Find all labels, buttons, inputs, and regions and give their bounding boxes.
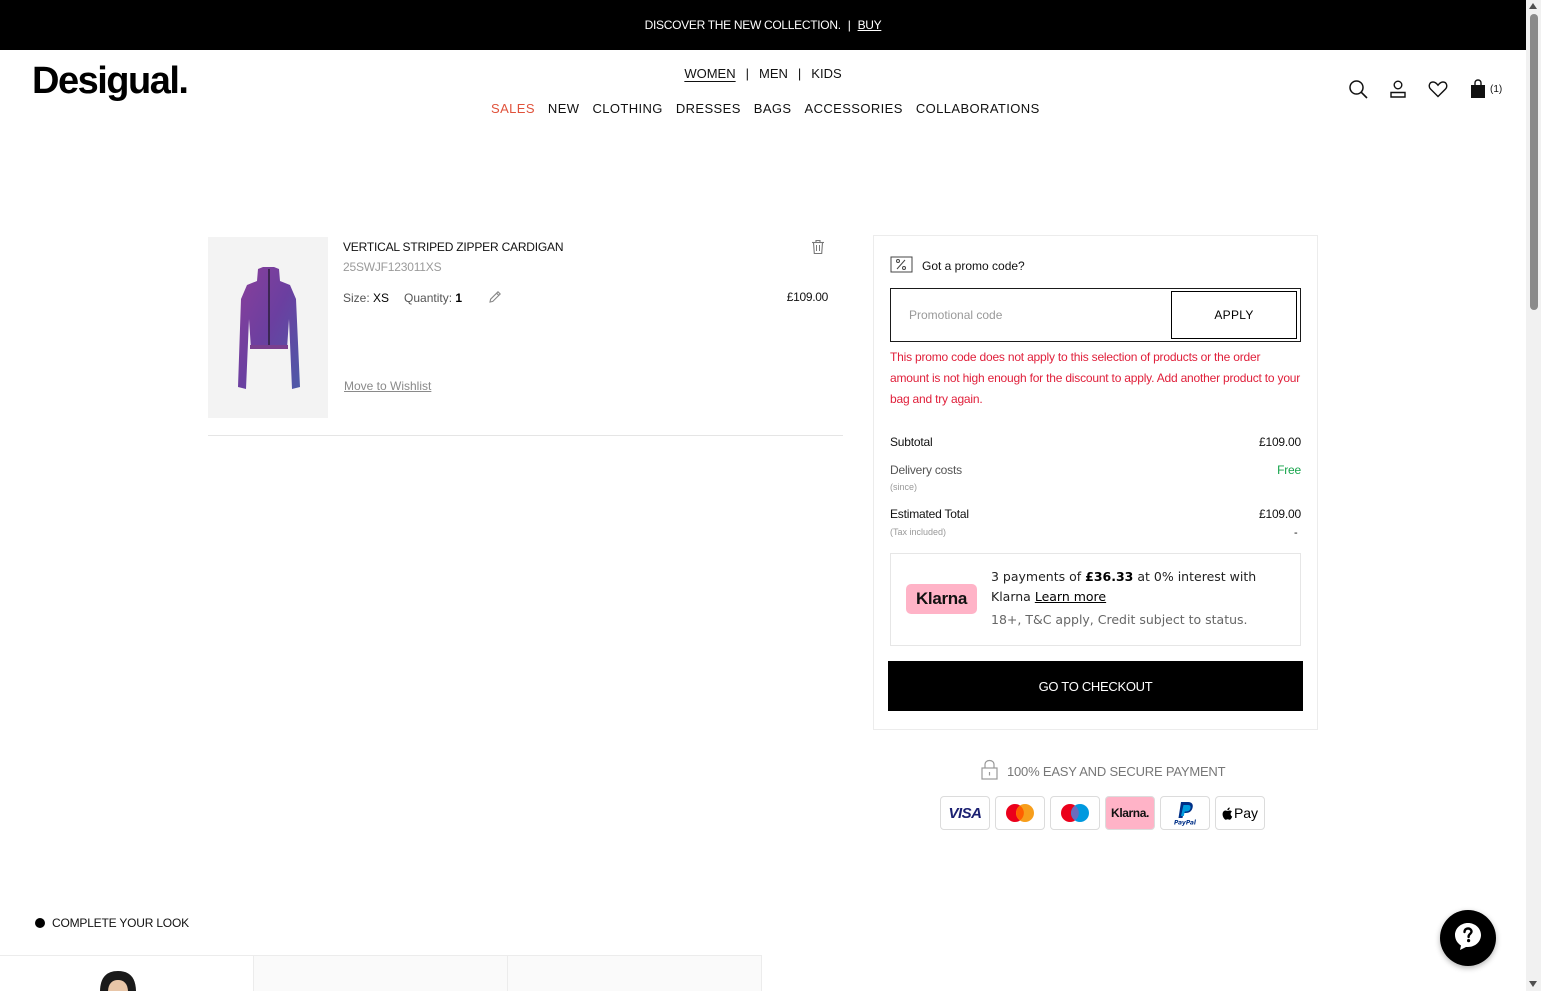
klarna-text-prefix: 3 payments of [991, 569, 1082, 584]
scroll-up-arrow-icon[interactable] [1529, 3, 1537, 9]
look-card[interactable] [0, 955, 254, 991]
secure-payment-note: 100% EASY AND SECURE PAYMENT [980, 759, 1226, 783]
gender-nav-men[interactable]: MEN [759, 66, 788, 81]
page-scrollbar[interactable] [1526, 0, 1541, 991]
bullet-dot [35, 918, 45, 928]
question-mark-icon [1453, 921, 1483, 956]
delivery-value: Free [1277, 463, 1301, 477]
promo-code-title: Got a promo code? [922, 259, 1025, 273]
promo-bar-separator: | [847, 18, 851, 32]
subtotal-label: Subtotal [890, 435, 933, 449]
quantity-info: Quantity: 1 [404, 291, 462, 305]
quantity-label: Quantity: [404, 291, 453, 305]
main-nav-collaborations[interactable]: COLLABORATIONS [916, 101, 1040, 116]
main-nav-clothing[interactable]: CLOTHING [592, 101, 662, 116]
klarna-message: 3 payments of £36.33 at 0% interest with… [991, 567, 1291, 607]
scroll-down-arrow-icon[interactable] [1529, 981, 1537, 987]
klarna-payment-logo: Klarna. [1105, 796, 1155, 830]
delivery-note: (since) [890, 482, 918, 492]
bag-button[interactable]: (1) [1468, 79, 1502, 99]
svg-text:PayPal: PayPal [1174, 820, 1197, 827]
bag-icon [1468, 79, 1488, 99]
move-to-wishlist-link[interactable]: Move to Wishlist [344, 379, 431, 393]
product-image[interactable] [208, 237, 328, 418]
klarna-logo: Klarna [906, 584, 977, 614]
go-to-checkout-button[interactable]: GO TO CHECKOUT [888, 661, 1303, 711]
gender-nav-kids[interactable]: KIDS [811, 66, 841, 81]
size-value: XS [373, 291, 390, 305]
estimated-total-row: Estimated Total £109.00 [890, 507, 1301, 521]
product-name[interactable]: VERTICAL STRIPED ZIPPER CARDIGAN [343, 240, 564, 254]
apple-pay-logo: Pay [1215, 796, 1265, 830]
scrollbar-thumb[interactable] [1530, 14, 1538, 310]
apple-pay-text: Pay [1233, 805, 1259, 821]
search-icon[interactable] [1348, 79, 1368, 99]
klarna-info-box: Klarna 3 payments of £36.33 at 0% intere… [890, 553, 1301, 646]
subtotal-value: £109.00 [1259, 435, 1301, 449]
estimated-total-value: £109.00 [1259, 507, 1301, 521]
secure-payment-label: 100% EASY AND SECURE PAYMENT [1007, 763, 1226, 779]
visa-logo: VISA [940, 796, 990, 830]
klarna-payment-text: Klarna. [1111, 806, 1149, 820]
main-nav-bags[interactable]: BAGS [754, 101, 792, 116]
size-label: Size: [343, 291, 370, 305]
main-nav: SALES NEW CLOTHING DRESSES BAGS ACCESSOR… [491, 101, 1040, 116]
header-icons: (1) [1348, 79, 1502, 99]
main-nav-new[interactable]: NEW [548, 101, 580, 116]
klarna-amount: £36.33 [1085, 569, 1134, 584]
tax-value: - [1294, 527, 1298, 539]
promo-bar-buy-link[interactable]: BUY [858, 18, 882, 32]
bag-count: (1) [1490, 83, 1503, 95]
promo-error-message: This promo code does not apply to this s… [890, 350, 1301, 406]
product-divider [208, 435, 843, 436]
estimated-total-label: Estimated Total [890, 507, 969, 521]
apply-promo-button[interactable]: APPLY [1171, 291, 1297, 339]
complete-look-carousel [0, 955, 762, 991]
delivery-row: Delivery costs Free [890, 463, 1301, 477]
lock-icon [980, 759, 999, 783]
promo-code-input[interactable] [891, 289, 1171, 341]
help-chat-button[interactable] [1440, 910, 1496, 966]
look-card[interactable] [508, 955, 762, 991]
klarna-fine-print: 18+, T&C apply, Credit subject to status… [991, 612, 1248, 627]
main-nav-dresses[interactable]: DRESSES [676, 101, 741, 116]
product-reference: 25SWJF123011XS [343, 260, 442, 274]
visa-text: VISA [948, 804, 982, 822]
quantity-value: 1 [455, 291, 463, 305]
size-info: Size: XS [343, 291, 389, 305]
promo-bar-text: DISCOVER THE NEW COLLECTION. [644, 18, 841, 32]
main-nav-accessories[interactable]: ACCESSORIES [805, 101, 903, 116]
main-nav-sales[interactable]: SALES [491, 101, 535, 116]
delivery-label: Delivery costs [890, 463, 962, 477]
promo-bar: DISCOVER THE NEW COLLECTION. | BUY [0, 0, 1526, 50]
gender-nav-separator: | [797, 66, 802, 81]
tax-note: (Tax included) [890, 527, 947, 537]
trash-icon[interactable] [811, 239, 825, 260]
complete-your-look-title: COMPLETE YOUR LOOK [52, 916, 189, 930]
mastercard-icon [995, 796, 1045, 830]
promo-code-header[interactable]: Got a promo code? [890, 256, 1025, 276]
gender-nav: WOMEN | MEN | KIDS [0, 66, 1526, 81]
look-card[interactable] [254, 955, 508, 991]
complete-your-look-heading: COMPLETE YOUR LOOK [35, 916, 189, 930]
promo-code-form: APPLY [890, 288, 1301, 342]
edit-pencil-icon[interactable] [487, 289, 503, 310]
order-summary-panel: Got a promo code? APPLY This promo code … [873, 235, 1318, 730]
product-attributes: Size: XS Quantity: 1 [343, 291, 462, 305]
payment-methods: VISA Klarna. PayPal Pay [940, 796, 1265, 830]
user-icon[interactable] [1388, 79, 1408, 99]
paypal-icon: PayPal [1160, 796, 1210, 830]
klarna-learn-more-link[interactable]: Learn more [1035, 589, 1106, 604]
gender-nav-women[interactable]: WOMEN [684, 66, 735, 81]
discount-tag-icon [890, 256, 913, 276]
maestro-icon [1050, 796, 1100, 830]
heart-icon[interactable] [1428, 79, 1448, 99]
subtotal-row: Subtotal £109.00 [890, 435, 1301, 449]
gender-nav-separator: | [745, 66, 750, 81]
product-price: £109.00 [786, 290, 829, 304]
